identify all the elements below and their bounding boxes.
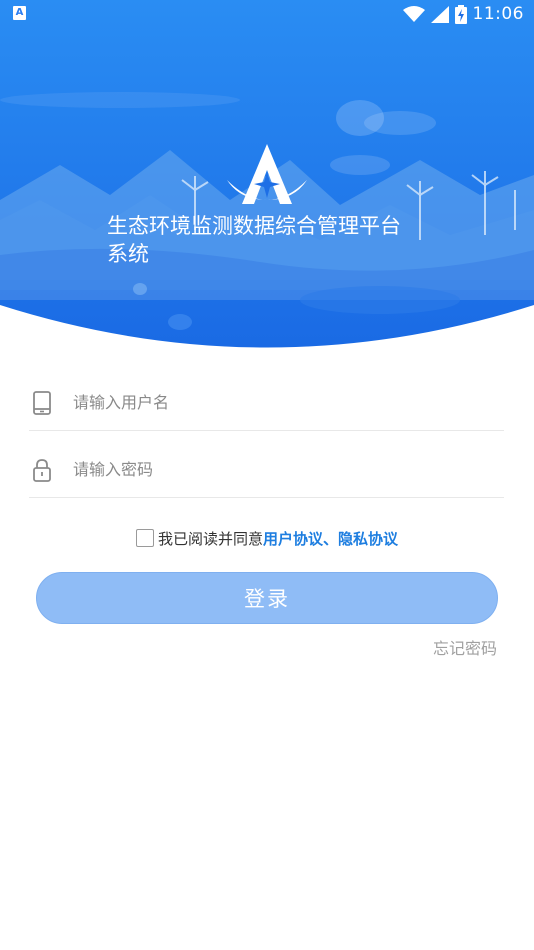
agreement-row: 我已阅读并同意 用户协议 、 隐私协议 <box>136 527 398 549</box>
login-button[interactable]: 登录 <box>36 572 498 624</box>
status-time: 11:06 <box>472 4 524 24</box>
wifi-icon <box>402 5 425 22</box>
password-field-row <box>29 440 504 498</box>
star-a-logo-icon <box>227 144 307 204</box>
lock-icon <box>33 459 51 482</box>
username-input[interactable] <box>73 385 493 419</box>
agreement-separator: 、 <box>323 529 339 548</box>
user-agreement-link[interactable]: 用户协议 <box>263 528 323 549</box>
agreement-prefix: 我已阅读并同意 <box>158 529 264 548</box>
password-input[interactable] <box>73 452 493 486</box>
header-banner: 生态环境监测数据综合管理平台系统 <box>0 0 534 350</box>
app-title: 生态环境监测数据综合管理平台系统 <box>107 214 401 266</box>
status-bar: A 11:06 <box>0 0 534 28</box>
privacy-policy-link[interactable]: 隐私协议 <box>338 528 398 549</box>
agreement-checkbox[interactable] <box>136 529 154 547</box>
phone-icon <box>33 391 51 415</box>
signal-icon <box>430 5 449 23</box>
username-field-row <box>29 373 504 431</box>
app-notification-icon: A <box>13 6 26 20</box>
battery-charging-icon <box>454 4 467 24</box>
forgot-password-link[interactable]: 忘记密码 <box>433 635 497 659</box>
